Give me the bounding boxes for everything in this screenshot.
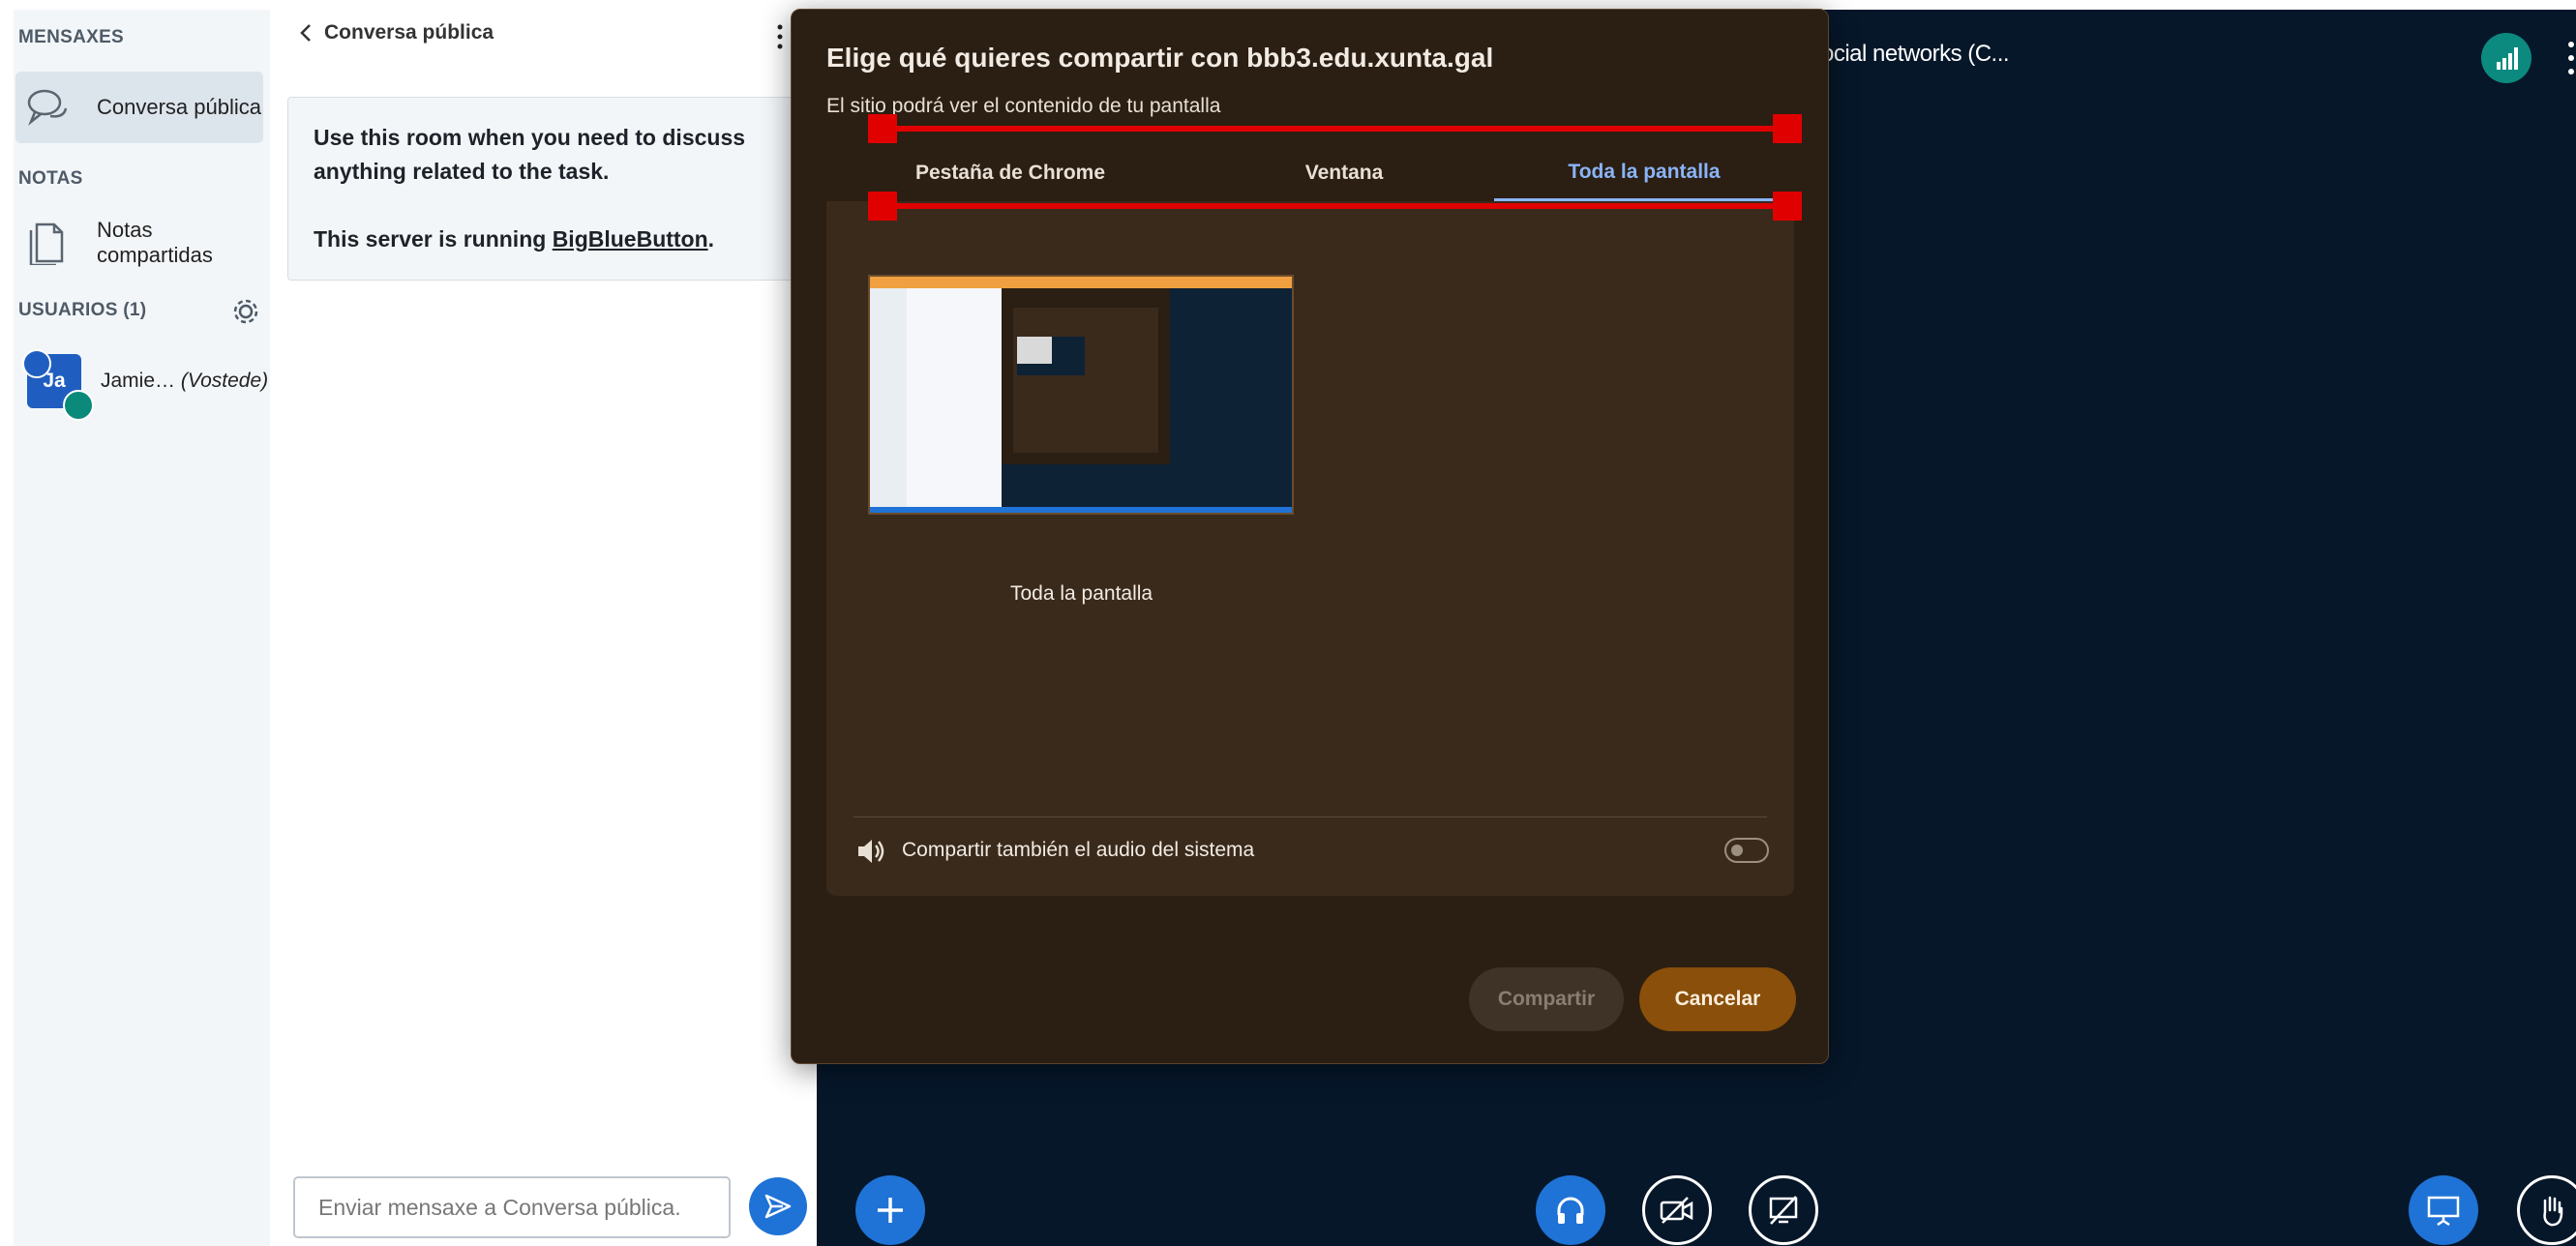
screen-share-dialog: Elige qué quieres compartir con bbb3.edu… <box>791 9 1829 1064</box>
dialog-tabs: Pestaña de Chrome Ventana Toda la pantal… <box>826 145 1794 201</box>
annotation-line-bottom <box>883 203 1787 209</box>
user-name-text: Jamie… <box>101 370 176 392</box>
send-icon <box>764 1194 792 1219</box>
public-chat-label: Conversa pública <box>97 95 261 119</box>
welcome-suffix: . <box>707 226 715 252</box>
system-audio-label: Compartir también el audio del sistema <box>902 839 1255 861</box>
annotation-handle-bottom-right <box>1773 192 1802 221</box>
annotation-handle-top-right <box>1773 114 1802 143</box>
messages-heading: MENSAXES <box>18 27 125 47</box>
system-audio-toggle[interactable] <box>1724 838 1769 863</box>
sidebar-item-shared-notes[interactable]: Notas compartidas <box>15 207 263 279</box>
annotation-line-top <box>883 126 1787 132</box>
annotation-handle-bottom-left <box>868 192 897 221</box>
headphones-icon <box>1557 1197 1584 1224</box>
screen-share-off-icon <box>1769 1196 1798 1225</box>
chevron-left-icon <box>300 24 311 42</box>
users-heading: USUARIOS (1) <box>18 300 147 320</box>
video-button[interactable] <box>1642 1175 1712 1245</box>
chat-header-title: Conversa pública <box>324 21 494 44</box>
plus-icon <box>878 1198 903 1223</box>
connection-bars-icon[interactable] <box>2481 33 2531 83</box>
main-options-kebab-icon[interactable] <box>2566 39 2576 77</box>
raise-hand-icon <box>2543 1196 2563 1227</box>
system-audio-row: Compartir también el audio del sistema <box>855 832 1775 871</box>
chat-panel: Conversa pública Use this room when you … <box>270 0 829 1246</box>
share-button[interactable]: Compartir <box>1469 967 1624 1031</box>
chat-input-placeholder: Enviar mensaxe a Conversa pública. <box>318 1194 681 1220</box>
video-off-icon <box>1660 1197 1693 1224</box>
audio-button[interactable] <box>1536 1175 1605 1245</box>
sidebar-item-public-chat[interactable]: Conversa pública <box>15 72 263 143</box>
headphones-badge-icon <box>63 390 94 421</box>
cancel-button[interactable]: Cancelar <box>1639 967 1796 1031</box>
share-content-panel: Toda la pantalla Compartir también el au… <box>826 201 1794 896</box>
actions-plus-button[interactable] <box>855 1175 925 1245</box>
welcome-line2: This server is running BigBlueButton. <box>314 222 803 256</box>
chat-message-input[interactable]: Enviar mensaxe a Conversa pública. <box>293 1176 731 1238</box>
screen-preview-image <box>870 277 1292 513</box>
divider <box>854 816 1767 817</box>
document-icon <box>29 222 64 265</box>
screen-share-button[interactable] <box>1749 1175 1818 1245</box>
speaker-icon <box>858 840 884 863</box>
sidebar: MENSAXES Conversa pública NOTAS Notas co… <box>14 10 270 1246</box>
thumbnail-label: Toda la pantalla <box>1010 582 1153 605</box>
shared-notes-label: Notas compartidas <box>97 218 213 267</box>
user-you-label: (Vostede) <box>180 370 269 392</box>
welcome-prefix: This server is running <box>314 226 553 252</box>
user-name[interactable]: Jamie… (Vostede) <box>101 370 268 393</box>
presentation-icon <box>2427 1196 2460 1227</box>
welcome-message: Use this room when you need to discuss a… <box>287 97 829 281</box>
bigbluebutton-link[interactable]: BigBlueButton <box>553 226 708 252</box>
annotation-handle-top-left <box>868 114 897 143</box>
left-strip <box>0 0 14 1246</box>
send-button[interactable] <box>749 1177 807 1235</box>
dialog-title: Elige qué quieres compartir con bbb3.edu… <box>826 43 1494 73</box>
toggle-knob <box>1731 845 1743 856</box>
chat-bubbles-icon <box>27 89 68 126</box>
presenter-badge-icon <box>22 349 51 378</box>
notes-heading: NOTAS <box>18 168 83 189</box>
chat-back-button[interactable]: Conversa pública <box>299 21 494 44</box>
entire-screen-thumbnail[interactable] <box>868 275 1294 515</box>
tab-window[interactable]: Ventana <box>1194 145 1494 201</box>
presentation-button[interactable] <box>2409 1175 2478 1245</box>
kebab-icon[interactable] <box>774 23 786 52</box>
meeting-title: ocial networks (C... <box>1821 41 2010 67</box>
tab-entire-screen[interactable]: Toda la pantalla <box>1494 145 1794 201</box>
gear-icon[interactable] <box>230 296 261 327</box>
welcome-line1: Use this room when you need to discuss a… <box>314 125 746 184</box>
